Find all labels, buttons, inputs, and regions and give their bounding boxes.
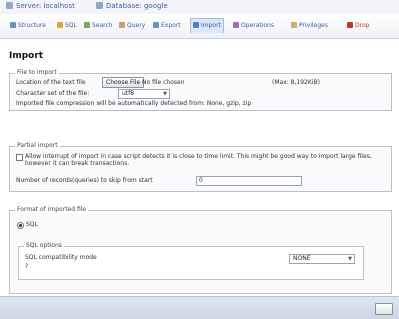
charset-select[interactable]: utf8 ▼ [118,89,170,99]
footer-bar [0,296,399,319]
privileges-icon [291,22,297,28]
breadcrumb-server-label: Server: localhost [16,2,75,10]
breadcrumb-database-label: Database: google [106,2,168,10]
tab-drop[interactable]: Drop [345,19,371,33]
skip-queries-input[interactable]: 0 [196,176,302,186]
format-sql-label: SQL [26,221,38,228]
allow-interrupt-checkbox[interactable] [16,154,23,161]
tab-sql[interactable]: SQL [55,19,79,33]
sql-compat-help-icon[interactable]: ? [25,263,28,270]
chevron-down-icon: ▼ [348,256,352,262]
page-title: Import [9,51,44,61]
tab-structure-label: Structure [18,22,46,29]
skip-queries-label: Number of records(queries) to skip from … [16,177,153,184]
database-icon [96,2,103,9]
compression-note: Imported file compression will be automa… [16,100,252,107]
drop-icon [347,22,353,28]
server-icon [6,2,13,9]
tab-privileges[interactable]: Privileges [289,19,330,33]
breadcrumb-database[interactable]: Database: google [96,2,168,10]
format-legend: Format of imported file [15,206,89,213]
format-sql-radio[interactable] [17,222,24,229]
tab-import-label: Import [201,22,221,29]
sql-compat-select[interactable]: NONE ▼ [289,254,355,264]
tab-operations-label: Operations [241,22,274,29]
go-button[interactable] [375,303,393,315]
tab-query-label: Query [127,22,146,29]
main-tabs: Structure SQL Search Query Export Import… [0,14,399,39]
format-fieldset: Format of imported file SQL SQL options … [9,206,392,294]
sql-compat-label: SQL compatibility mode [25,254,97,261]
tab-query[interactable]: Query [117,19,147,33]
tab-privileges-label: Privileges [299,22,328,29]
file-to-import-legend: File to import [15,69,59,76]
tab-import[interactable]: Import [190,18,224,33]
search-icon [84,22,90,28]
tab-structure[interactable]: Structure [8,19,48,33]
partial-import-fieldset: Partial import Allow interrupt of import… [9,142,392,192]
breadcrumb: Server: localhost Database: google [0,0,399,15]
sql-options-legend: SQL options [24,242,64,249]
tab-search[interactable]: Search [82,19,115,33]
file-to-import-fieldset: File to import Location of the text file… [9,69,392,111]
query-icon [119,22,125,28]
sql-icon [57,22,63,28]
charset-label: Character set of the file: [16,90,90,97]
charset-value: utf8 [122,90,135,97]
no-file-chosen-text: No file chosen [142,79,185,86]
sql-options-fieldset: SQL options SQL compatibility mode ? NON… [18,242,364,280]
tab-operations[interactable]: Operations [231,19,276,33]
partial-import-legend: Partial import [15,142,60,149]
structure-icon [10,22,16,28]
sql-compat-value: NONE [293,255,311,262]
operations-icon [233,22,239,28]
tab-drop-label: Drop [355,22,370,29]
tab-export[interactable]: Export [151,19,183,33]
breadcrumb-server[interactable]: Server: localhost [6,2,75,10]
choose-file-button[interactable]: Choose File [102,77,145,88]
import-icon [193,22,199,28]
tab-export-label: Export [161,22,181,29]
chevron-down-icon: ▼ [163,91,167,97]
allow-interrupt-text: Allow interrupt of import in case script… [25,153,372,167]
tab-search-label: Search [92,22,113,29]
file-location-label: Location of the text file [16,79,86,86]
max-upload-size: (Max: 8,192KiB) [272,79,320,86]
tab-sql-label: SQL [65,22,77,29]
export-icon [153,22,159,28]
